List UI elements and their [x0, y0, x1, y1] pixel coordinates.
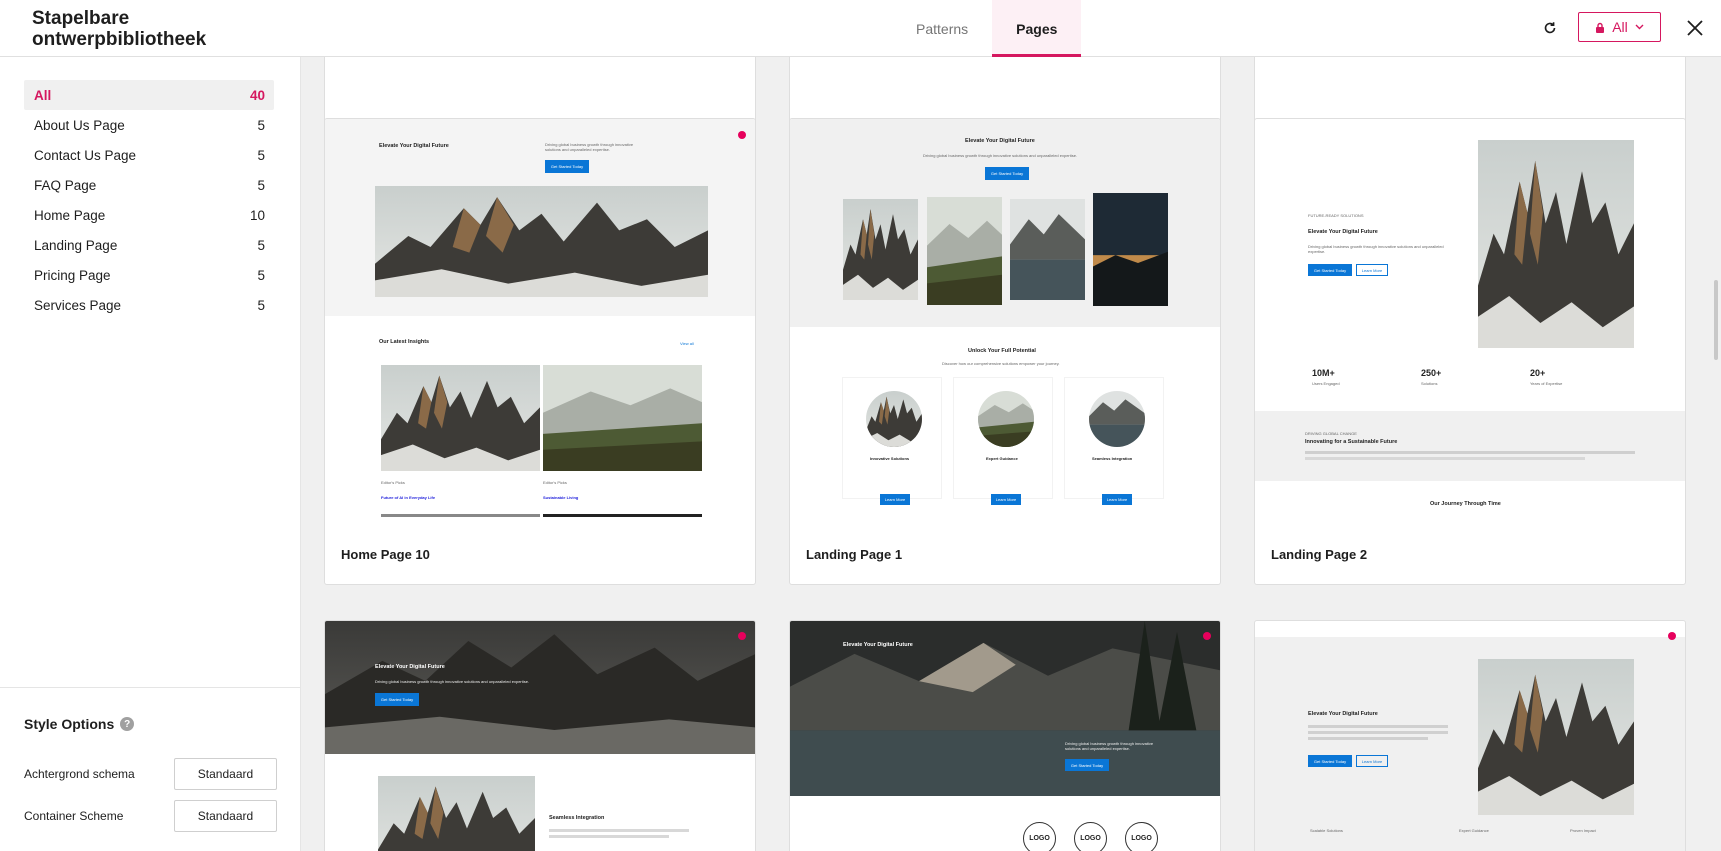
reset-icon [1544, 22, 1556, 34]
preview-section-title: Unlock Your Full Potential [968, 348, 1036, 354]
chevron-down-icon [1635, 24, 1644, 30]
status-dot [1668, 632, 1676, 640]
container-scheme-label: Container Scheme [24, 809, 124, 823]
card-title: Landing Page 2 [1271, 547, 1368, 562]
status-dot [1203, 632, 1211, 640]
preview-hero-title: Elevate Your Digital Future [1308, 229, 1378, 235]
tab-patterns[interactable]: Patterns [892, 0, 992, 57]
category-about-us-page[interactable]: About Us Page 5 [24, 110, 274, 140]
page-card-landing-page-1[interactable]: Elevate Your Digital Future Driving glob… [789, 118, 1221, 585]
page-preview: FUTURE-READY SOLUTIONS Elevate Your Digi… [1255, 119, 1685, 539]
page-card-home-page-10[interactable]: Elevate Your Digital Future Driving glob… [324, 118, 756, 585]
logo-badge: LOGO [1074, 822, 1107, 851]
category-all[interactable]: All 40 [24, 80, 274, 110]
category-list: All 40 About Us Page 5 Contact Us Page 5 FA… [24, 80, 274, 320]
preview-hero-title: Elevate Your Digital Future [965, 138, 1035, 144]
style-options-panel: Style Options ? Achtergrond schema Stand… [0, 687, 300, 851]
preview-cta: Get Started Today [545, 160, 589, 173]
preview-hero-text: Driving global business growth through i… [923, 153, 1078, 158]
card-title: Home Page 10 [341, 547, 430, 562]
tab-bar: Patterns Pages [892, 0, 1082, 57]
preview-post-image [543, 365, 702, 471]
app-title: Stapelbare ontwerpbibliotheek [32, 8, 207, 50]
logo-badge: LOGO [1125, 822, 1158, 851]
preview-hero-image [375, 186, 708, 297]
background-scheme-label: Achtergrond schema [24, 767, 135, 781]
page-grid: Elevate Your Digital Future Driving glob… [301, 57, 1721, 851]
preview-section-title: Our Latest Insights [379, 339, 430, 345]
page-preview: Elevate Your Digital Future Driving glob… [325, 621, 755, 851]
logo-badge: LOGO [1023, 822, 1056, 851]
close-button[interactable] [1683, 16, 1707, 40]
filter-label: All [1612, 19, 1628, 35]
background-scheme-row: Achtergrond schema Standaard [24, 758, 277, 790]
page-card[interactable]: Elevate Your Digital Future Driving glob… [324, 620, 756, 851]
preview-view-all: View all [680, 341, 694, 346]
page-preview: Elevate Your Digital Future Driving glob… [790, 119, 1220, 539]
page-card[interactable]: Elevate Your Digital Future Get Started … [1254, 620, 1686, 851]
category-faq-page[interactable]: FAQ Page 5 [24, 170, 274, 200]
help-icon[interactable]: ? [120, 717, 135, 731]
tab-pages[interactable]: Pages [992, 0, 1082, 57]
filter-dropdown[interactable]: All [1578, 12, 1661, 42]
category-pricing-page[interactable]: Pricing Page 5 [24, 260, 274, 290]
container-scheme-row: Container Scheme Standaard [24, 800, 277, 832]
category-services-page[interactable]: Services Page 5 [24, 290, 274, 320]
header: Stapelbare ontwerpbibliotheek Patterns P… [0, 0, 1721, 57]
preview-hero-title: Elevate Your Digital Future [375, 664, 445, 670]
style-options-title: Style Options ? [24, 716, 135, 732]
preview-hero-text: Driving global business growth through i… [545, 142, 634, 152]
page-preview: Elevate Your Digital Future Driving glob… [325, 119, 755, 539]
preview-hero-title: Elevate Your Digital Future [379, 143, 449, 149]
background-scheme-select[interactable]: Standaard [174, 758, 277, 790]
preview-hero-title: Elevate Your Digital Future [1308, 711, 1378, 717]
lock-icon [1596, 22, 1605, 33]
status-dot [738, 131, 746, 139]
category-home-page[interactable]: Home Page 10 [24, 200, 274, 230]
preview-hero-title: Elevate Your Digital Future [843, 642, 913, 648]
preview-cta: Get Started Today [985, 167, 1029, 180]
page-preview: Elevate Your Digital Future Get Started … [1255, 621, 1685, 851]
reset-button[interactable] [1538, 16, 1562, 40]
page-card[interactable]: Elevate Your Digital Future Driving glob… [789, 620, 1221, 851]
sidebar: All 40 About Us Page 5 Contact Us Page 5 FA… [0, 57, 301, 851]
category-landing-page[interactable]: Landing Page 5 [24, 230, 274, 260]
page-preview: Elevate Your Digital Future Driving glob… [790, 621, 1220, 851]
preview-post-image [381, 365, 540, 471]
category-contact-us-page[interactable]: Contact Us Page 5 [24, 140, 274, 170]
scrollbar[interactable] [1714, 280, 1718, 360]
container-scheme-select[interactable]: Standaard [174, 800, 277, 832]
close-icon [1687, 20, 1703, 36]
status-dot [738, 632, 746, 640]
page-card-landing-page-2[interactable]: FUTURE-READY SOLUTIONS Elevate Your Digi… [1254, 118, 1686, 585]
card-title: Landing Page 1 [806, 547, 903, 562]
